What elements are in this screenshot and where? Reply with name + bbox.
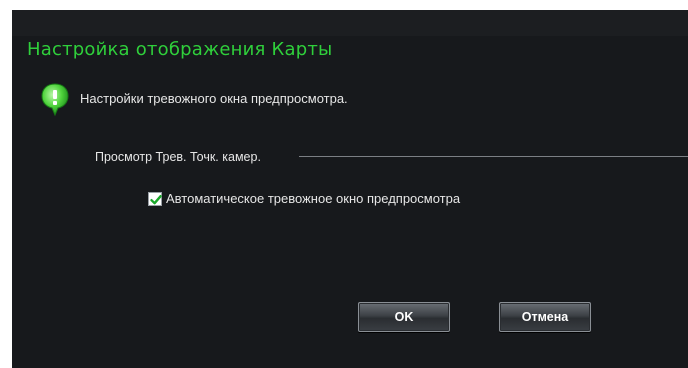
dialog-subtitle: Настройки тревожного окна предпросмотра. [80, 91, 348, 106]
settings-dialog: Настройка отображения Карты Настройки тр… [12, 10, 688, 368]
group-label: Просмотр Трев. Точк. камер. [95, 150, 261, 164]
info-bubble-icon [40, 82, 70, 118]
auto-alarm-preview-label[interactable]: Автоматическое тревожное окно предпросмо… [166, 191, 460, 206]
group-divider [299, 156, 688, 157]
checkmark-icon [150, 195, 162, 205]
auto-alarm-preview-checkbox[interactable] [148, 192, 162, 206]
title-bar [12, 10, 688, 36]
ok-button[interactable]: OK [358, 302, 450, 332]
cancel-button[interactable]: Отмена [499, 302, 591, 332]
dialog-title: Настройка отображения Карты [27, 39, 333, 60]
